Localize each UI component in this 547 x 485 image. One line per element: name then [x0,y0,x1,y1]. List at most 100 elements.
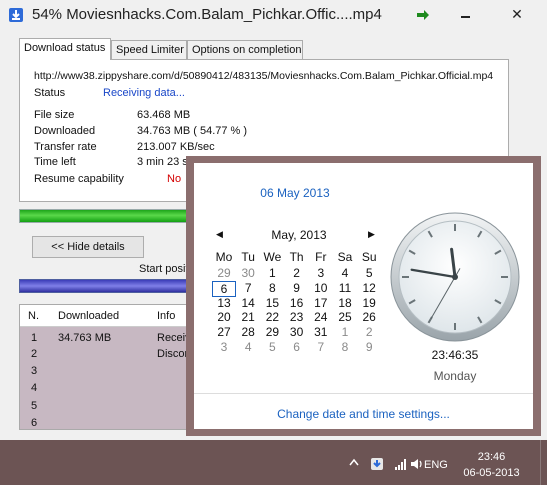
tab-speed-limiter[interactable]: Speed Limiter [111,40,187,59]
table-row-number: 6 [31,417,38,429]
table-header: N. Downloaded Info [20,305,195,327]
next-month-icon[interactable]: ▶ [368,229,375,240]
calendar-day[interactable]: 2 [285,266,309,280]
title-bar[interactable]: 54% Moviesnhacks.Com.Balam_Pichkar.Offic… [0,0,547,32]
window-title: 54% Moviesnhacks.Com.Balam_Pichkar.Offic… [32,6,382,23]
calendar-day[interactable]: 19 [357,296,381,310]
time-left-label: Time left [34,156,76,168]
calendar-day[interactable]: 15 [260,296,284,310]
long-date-header[interactable]: 06 May 2013 [194,186,396,200]
calendar-day[interactable]: 28 [236,325,260,339]
arrow-icon[interactable] [416,8,430,22]
weekday-header: Th [289,250,304,264]
calendar-day[interactable]: 8 [333,340,357,354]
table-row-number: 5 [31,400,38,412]
table-row-downloaded: 34.763 MB [58,332,112,344]
calendar-day[interactable]: 12 [357,281,381,295]
resume-capability-label: Resume capability [34,173,124,185]
weekday-header: We [263,250,282,264]
input-language-indicator[interactable]: ENG [424,459,448,471]
calendar-day[interactable]: 7 [309,340,333,354]
calendar-day[interactable]: 17 [309,296,333,310]
hide-details-button[interactable]: << Hide details [32,236,144,258]
table-row-number: 2 [31,348,38,360]
calendar-day[interactable]: 5 [260,340,284,354]
volume-icon[interactable] [410,457,424,471]
calendar-day[interactable]: 1 [260,266,284,280]
status-label: Status [34,87,66,99]
change-date-time-settings-link[interactable]: Change date and time settings... [194,407,533,421]
calendar-day[interactable]: 24 [309,310,333,324]
weekday-header: Sa [337,250,353,264]
calendar-day[interactable]: 22 [260,310,284,324]
calendar-day[interactable]: 25 [333,310,357,324]
calendar-day[interactable]: 2 [357,325,381,339]
calendar-day[interactable]: 1 [333,325,357,339]
calendar-day[interactable]: 26 [357,310,381,324]
status-value: Receiving data... [103,87,185,99]
download-progress-bar [19,209,209,223]
calendar-day[interactable]: 7 [236,281,260,295]
calendar-day[interactable]: 31 [309,325,333,339]
calendar-day[interactable]: 20 [212,310,236,324]
calendar-day[interactable]: 10 [309,281,333,295]
download-app-icon [9,8,23,22]
calendar-day[interactable]: 30 [236,266,260,280]
downloaded-label: Downloaded [34,125,96,137]
calendar-day[interactable]: 8 [260,281,284,295]
table-row-number: 3 [31,365,38,377]
idm-tray-icon[interactable] [370,457,384,471]
column-header-info[interactable]: Info [157,310,175,322]
column-header-number[interactable]: N. [28,310,39,322]
resume-capability-value: No [167,173,182,185]
file-size-value: 63.468 MB [137,109,191,121]
calendar-day[interactable]: 11 [333,281,357,295]
calendar-day[interactable]: 16 [285,296,309,310]
tab-download-status[interactable]: Download status [19,38,111,60]
day-of-week: Monday [433,369,477,383]
calendar-day[interactable]: 9 [357,340,381,354]
calendar-day[interactable]: 5 [357,266,381,280]
calendar-day[interactable]: 4 [236,340,260,354]
column-header-downloaded[interactable]: Downloaded [58,310,119,322]
connections-progress-bar [19,279,194,293]
minimize-button[interactable] [452,4,478,24]
calendar-day[interactable]: 6 [212,280,236,297]
calendar-day[interactable]: 3 [212,340,236,354]
network-signal-icon[interactable] [394,458,408,470]
taskbar-clock-date[interactable]: 06-05-2013 [459,467,524,479]
calendar-day[interactable]: 29 [260,325,284,339]
calendar-day[interactable]: 29 [212,266,236,280]
tab-options-on-completion[interactable]: Options on completion [187,40,303,59]
start-positions-label: Start posit [139,263,189,275]
table-row-number: 4 [31,382,38,394]
clock-calendar-flyout: 06 May 2013 ◀ May, 2013 ▶ Mo Tu We Th Fr Sa Su… [186,156,541,436]
weekday-header: Su [361,250,377,264]
close-button[interactable]: ✕ [497,3,537,25]
calendar-day[interactable]: 6 [285,340,309,354]
connections-table: N. Downloaded Info 1 34.763 MB Receiv 2 … [19,304,195,430]
calendar-day[interactable]: 18 [333,296,357,310]
calendar-day[interactable]: 23 [285,310,309,324]
table-row-number: 1 [31,332,38,344]
flyout-body: 06 May 2013 ◀ May, 2013 ▶ Mo Tu We Th Fr Sa Su… [194,163,533,429]
weekday-header: Fr [315,250,327,264]
calendar-day[interactable]: 30 [285,325,309,339]
show-hidden-icons-icon[interactable] [349,458,359,466]
clock-center [452,274,458,280]
taskbar-clock-time[interactable]: 23:46 [459,451,524,463]
calendar-day[interactable]: 13 [212,296,236,310]
calendar-day[interactable]: 3 [309,266,333,280]
calendar-month-label[interactable]: May, 2013 [244,228,354,242]
show-desktop-button[interactable] [540,440,547,485]
calendar-day[interactable]: 9 [285,281,309,295]
calendar-day[interactable]: 4 [333,266,357,280]
previous-month-icon[interactable]: ◀ [216,229,223,240]
calendar-day[interactable]: 14 [236,296,260,310]
calendar-day[interactable]: 21 [236,310,260,324]
downloaded-value: 34.763 MB ( 54.77 % ) [137,125,248,137]
digital-time: 23:46:35 [431,348,479,362]
download-url: http://www38.zippyshare.com/d/50890412/4… [34,70,494,82]
file-size-label: File size [34,109,75,121]
calendar-day[interactable]: 27 [212,325,236,339]
